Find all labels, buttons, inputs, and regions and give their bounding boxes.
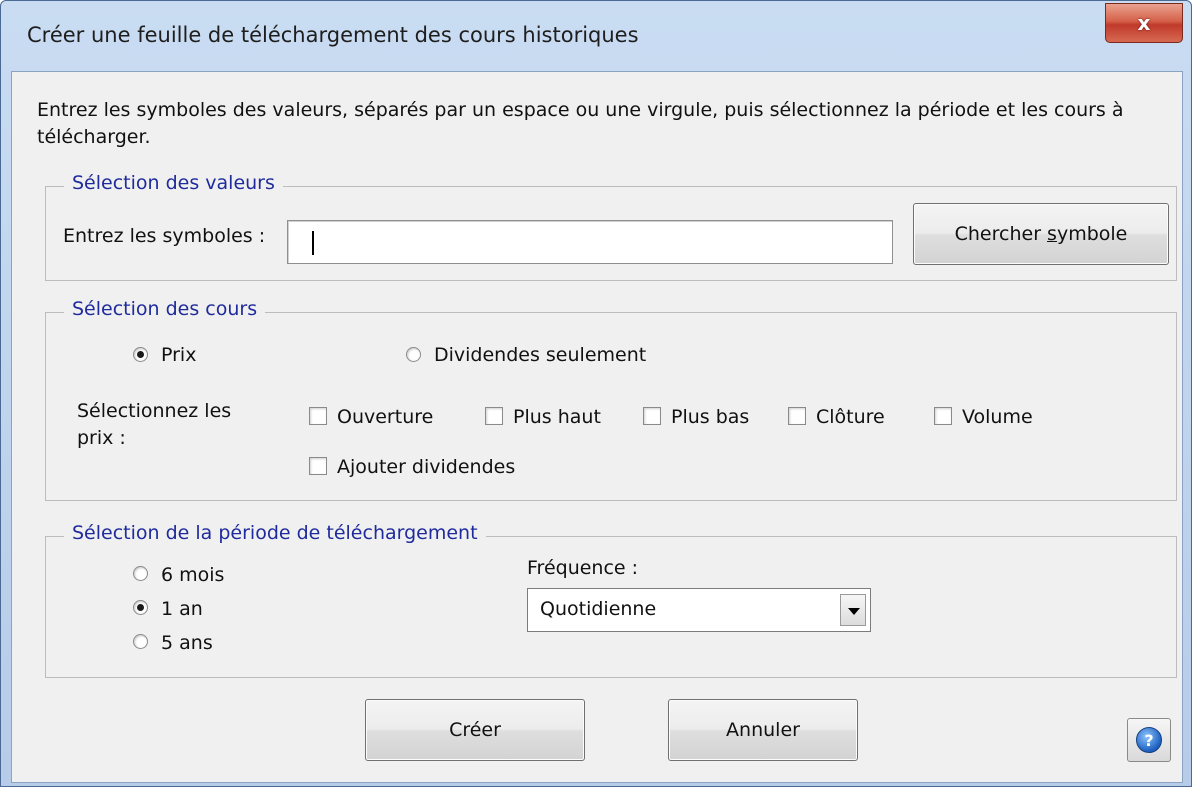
close-icon: x bbox=[1137, 11, 1151, 35]
checkbox-add-dividends-label[interactable]: Ajouter dividendes bbox=[337, 456, 515, 478]
help-icon: ? bbox=[1136, 727, 1162, 753]
radio-dividends-only[interactable] bbox=[406, 347, 421, 362]
checkbox-add-dividends[interactable] bbox=[309, 457, 327, 475]
checkbox-open[interactable] bbox=[309, 407, 327, 425]
select-prices-label: Sélectionnez les prix : bbox=[77, 398, 231, 452]
search-symbol-label-pre: Chercher bbox=[954, 223, 1048, 245]
checkbox-close[interactable] bbox=[788, 407, 806, 425]
symbols-label: Entrez les symboles : bbox=[63, 225, 266, 247]
instructions-line-2: télécharger. bbox=[37, 126, 151, 148]
radio-1-year-label[interactable]: 1 an bbox=[161, 598, 203, 620]
securities-group-legend: Sélection des valeurs bbox=[64, 172, 283, 194]
prices-group-legend: Sélection des cours bbox=[64, 298, 266, 320]
checkbox-close-label[interactable]: Clôture bbox=[816, 406, 885, 428]
dialog-window: Créer une feuille de téléchargement des … bbox=[0, 0, 1192, 787]
radio-prices-label[interactable]: Prix bbox=[161, 344, 196, 366]
chevron-down-icon[interactable] bbox=[840, 594, 866, 626]
frequency-select[interactable]: Quotidienne bbox=[527, 588, 871, 632]
create-button-label: Créer bbox=[449, 719, 501, 741]
checkbox-high[interactable] bbox=[485, 407, 503, 425]
checkbox-volume[interactable] bbox=[934, 407, 952, 425]
radio-prices[interactable] bbox=[133, 347, 148, 362]
radio-dividends-only-label[interactable]: Dividendes seulement bbox=[434, 344, 646, 366]
radio-6-months[interactable] bbox=[133, 566, 148, 581]
frequency-label: Fréquence : bbox=[527, 557, 639, 579]
checkbox-high-label[interactable]: Plus haut bbox=[513, 406, 601, 428]
search-symbol-accelerator: s bbox=[1047, 223, 1057, 245]
search-symbol-button[interactable]: Chercher s ymbole bbox=[913, 203, 1169, 265]
cancel-button[interactable]: Annuler bbox=[668, 699, 858, 761]
text-caret bbox=[312, 231, 314, 255]
window-title: Créer une feuille de téléchargement des … bbox=[27, 23, 639, 47]
instructions-text: Entrez les symboles des valeurs, séparés… bbox=[37, 97, 1124, 151]
checkbox-low-label[interactable]: Plus bas bbox=[671, 406, 749, 428]
radio-1-year[interactable] bbox=[133, 600, 148, 615]
radio-6-months-label[interactable]: 6 mois bbox=[161, 564, 224, 586]
select-prices-label-line-1: Sélectionnez les bbox=[77, 400, 232, 422]
help-button[interactable]: ? bbox=[1127, 718, 1171, 762]
instructions-line-1: Entrez les symboles des valeurs, séparés… bbox=[37, 99, 1124, 121]
frequency-select-value: Quotidienne bbox=[540, 598, 657, 620]
period-group-legend: Sélection de la période de téléchargemen… bbox=[64, 522, 486, 544]
checkbox-open-label[interactable]: Ouverture bbox=[337, 406, 433, 428]
close-button[interactable]: x bbox=[1105, 3, 1183, 43]
cancel-button-label: Annuler bbox=[726, 719, 800, 741]
symbols-input[interactable] bbox=[287, 220, 893, 264]
search-symbol-label-post: ymbole bbox=[1056, 223, 1128, 245]
checkbox-low[interactable] bbox=[643, 407, 661, 425]
radio-5-years[interactable] bbox=[133, 634, 148, 649]
create-button[interactable]: Créer bbox=[365, 699, 585, 761]
checkbox-volume-label[interactable]: Volume bbox=[962, 406, 1033, 428]
select-prices-label-line-2: prix : bbox=[77, 427, 126, 449]
radio-5-years-label[interactable]: 5 ans bbox=[161, 632, 213, 654]
